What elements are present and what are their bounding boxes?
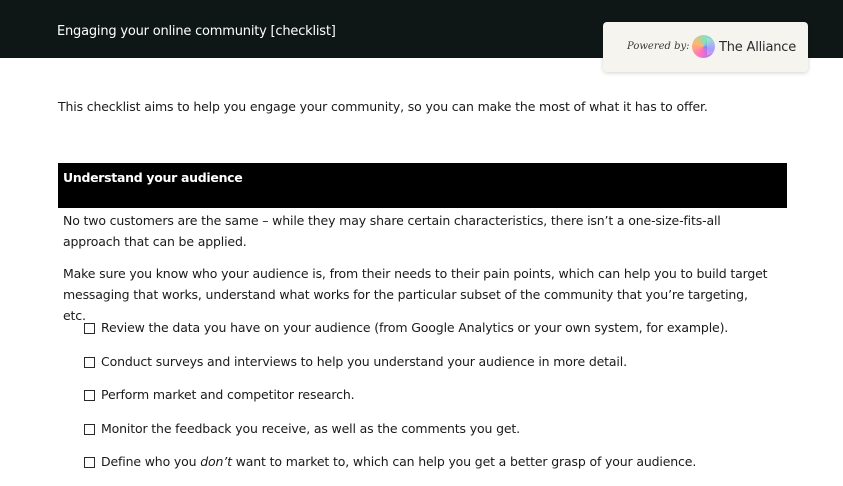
checklist-item-text: Review the data you have on your audienc… [101,320,729,335]
checkbox[interactable] [84,356,95,368]
checkbox[interactable] [84,390,95,401]
section-title: Understand your audience [63,170,243,185]
intro-text: This checklist aims to help you engage y… [58,99,708,114]
checklist-item-text-after: want to market to, which can help you ge… [231,454,697,469]
checkbox[interactable] [84,323,95,334]
checklist-item: Monitor the feedback you receive, as wel… [84,419,728,453]
section-header: Understand your audience [58,163,787,208]
checkbox[interactable] [84,423,95,435]
section-paragraph: Make sure you know who your audience is,… [63,266,768,323]
section-paragraph: No two customers are the same – while th… [63,213,721,249]
alliance-logo-icon [692,35,716,58]
checklist-item-text-before: Define who you [101,454,201,469]
checklist-item-emphasis: don’t [200,454,232,469]
powered-by-label: Powered by: [627,41,690,52]
checklist-item: Review the data you have on your audienc… [84,318,728,352]
checklist-item: Perform market and competitor research. [84,385,728,419]
document-title: Engaging your online community [checklis… [57,24,336,39]
checkbox[interactable] [84,457,95,468]
checklist-item-text: Conduct surveys and interviews to help y… [101,353,627,369]
checklist: Review the data you have on your audienc… [84,318,728,486]
brand-name: The Alliance [719,40,796,55]
checklist-item-text: Define who you don’t want to market to, … [101,452,696,472]
checklist-item-text: Perform market and competitor research. [101,387,355,402]
powered-by-badge[interactable]: Powered by: The Alliance [603,22,808,72]
checklist-item: Conduct surveys and interviews to help y… [84,352,728,386]
checklist-item: Define who you don’t want to market to, … [84,452,728,486]
checklist-item-text: Monitor the feedback you receive, as wel… [101,420,520,436]
